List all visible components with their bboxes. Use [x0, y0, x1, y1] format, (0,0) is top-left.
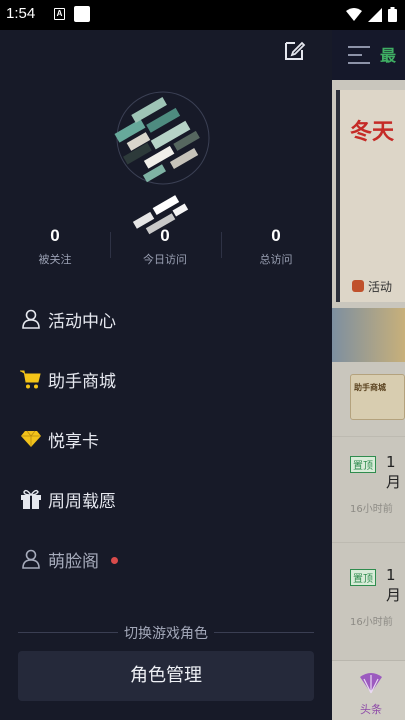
signal-icon — [368, 7, 382, 22]
pinned-tag: 置顶 — [350, 456, 376, 473]
cart-icon — [20, 370, 41, 389]
menu-label: 活动中心 — [48, 312, 116, 332]
menu-label: 悦享卡 — [48, 432, 99, 452]
background-app: 最 冬天 活动 助手商城 置顶 1月 16小时前 置顶 1月 16小时前 头条 — [332, 30, 405, 720]
row-title[interactable]: 1月 — [386, 566, 405, 605]
background-tab-label[interactable]: 最 — [380, 42, 396, 66]
bottom-nav: 头条 — [332, 660, 405, 720]
person-outline-icon — [22, 549, 40, 569]
notification-dot — [111, 557, 118, 564]
stat-value: 0 — [50, 226, 60, 245]
menu-item-cute-face[interactable]: 萌脸阁 — [0, 530, 332, 586]
notification-square-icon — [74, 6, 90, 22]
stat-value: 0 — [160, 226, 170, 245]
stat-total-visits[interactable]: 0 总访问 — [221, 226, 331, 267]
diamond-icon — [21, 430, 41, 447]
switch-role-header: 切换游戏角色 — [18, 623, 314, 643]
stat-label: 被关注 — [38, 253, 72, 266]
notification-a-icon: A — [54, 8, 65, 20]
stat-followers[interactable]: 0 被关注 — [0, 226, 110, 267]
menu-label: 周周载愿 — [48, 492, 116, 512]
menu-label: 萌脸阁 — [48, 552, 99, 572]
gift-icon — [21, 489, 41, 509]
menu-label: 助手商城 — [48, 372, 116, 392]
status-bar: 1:54 A — [0, 0, 405, 30]
edit-icon[interactable] — [283, 38, 307, 62]
menu-item-weekly-wish[interactable]: 周周载愿 — [0, 470, 332, 526]
status-indicators — [346, 7, 397, 22]
status-time: 1:54 — [6, 5, 36, 22]
wifi-icon — [346, 7, 362, 21]
background-card-label: 助手商城 — [354, 383, 386, 392]
stat-value: 0 — [271, 226, 281, 245]
bottom-nav-label[interactable]: 头条 — [360, 701, 382, 717]
divider — [332, 436, 405, 437]
background-topbar: 最 — [332, 30, 405, 80]
battery-icon — [388, 7, 397, 22]
background-banner[interactable]: 冬天 活动 — [336, 90, 405, 302]
fan-icon[interactable] — [358, 669, 384, 695]
background-strip-image[interactable] — [332, 308, 405, 362]
banner-dot-icon — [352, 280, 364, 292]
banner-activity: 活动 — [368, 280, 393, 294]
menu-item-activity-center[interactable]: 活动中心 — [0, 290, 332, 346]
banner-title: 冬天 — [350, 119, 395, 145]
row-time: 16小时前 — [350, 504, 393, 515]
row-title[interactable]: 1月 — [386, 453, 405, 492]
stat-label: 今日访问 — [143, 253, 187, 266]
side-drawer: 0 被关注 0 今日访问 0 总访问 活动中心 助手商城 悦享卡 周周载愿 萌脸… — [0, 30, 332, 720]
row-time: 16小时前 — [350, 617, 393, 628]
hamburger-menu-icon[interactable] — [348, 46, 370, 64]
pinned-tag: 置顶 — [350, 569, 376, 586]
menu-item-assistant-mall[interactable]: 助手商城 — [0, 350, 332, 406]
stat-label: 总访问 — [259, 253, 293, 266]
profile-stats: 0 被关注 0 今日访问 0 总访问 — [0, 226, 332, 268]
person-icon — [22, 309, 40, 329]
divider — [332, 542, 405, 543]
role-management-button[interactable]: 角色管理 — [18, 651, 314, 701]
background-card[interactable] — [350, 374, 405, 420]
avatar[interactable] — [108, 66, 218, 236]
switch-role-label: 切换游戏角色 — [118, 626, 214, 642]
stat-today-visits[interactable]: 0 今日访问 — [110, 226, 220, 267]
menu-item-joy-card[interactable]: 悦享卡 — [0, 410, 332, 466]
